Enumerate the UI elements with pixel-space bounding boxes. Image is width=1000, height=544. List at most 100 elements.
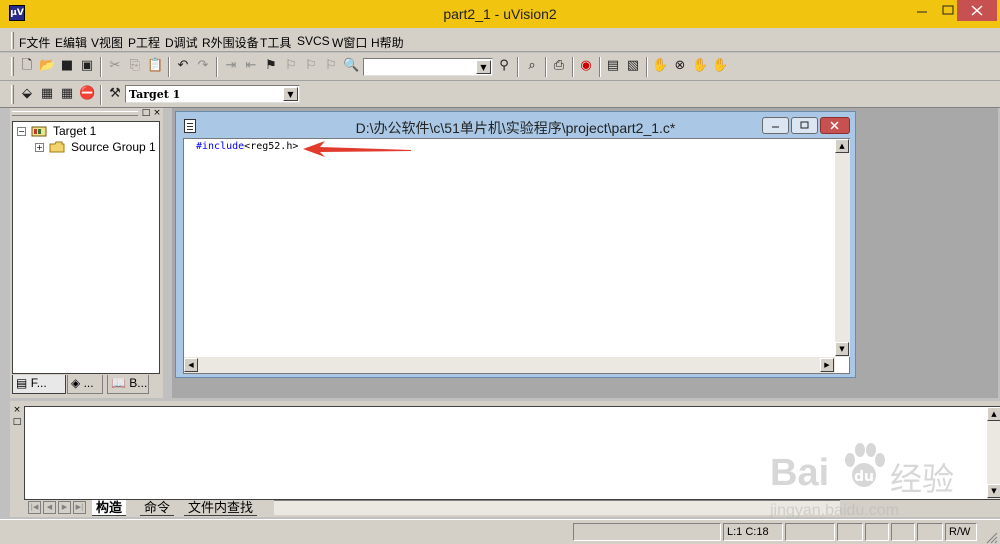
save-icon[interactable]: ■ (59, 58, 75, 74)
disable-breakpoint-icon[interactable]: ✋ (712, 58, 728, 74)
undo-icon[interactable]: ↶ (175, 58, 191, 74)
editor-hscrollbar[interactable]: ◀ ▶ (184, 357, 835, 373)
build-icon[interactable]: ▦ (39, 86, 55, 102)
window-icon[interactable]: ▤ (605, 58, 621, 74)
close-button[interactable] (957, 0, 997, 21)
tab-regs[interactable]: ◈ ... (67, 375, 103, 394)
menu-edit[interactable]: E编辑 (55, 34, 87, 51)
scroll-right-icon[interactable]: ▶ (820, 358, 834, 372)
menu-peripherals[interactable]: R外围设备 (202, 34, 259, 51)
toolbar-grip[interactable] (11, 85, 14, 104)
output-hscrollbar[interactable] (274, 500, 840, 515)
maximize-button[interactable] (938, 0, 958, 22)
pane-close-icon[interactable]: × (12, 406, 22, 416)
pane-restore-icon[interactable]: □ (12, 418, 22, 428)
toolbar-separator (599, 57, 601, 77)
code-line[interactable]: #include<reg52.h> (196, 141, 298, 152)
folder-icon (49, 141, 65, 153)
editor-minimize-button[interactable] (762, 117, 789, 134)
chevron-down-icon[interactable]: ▼ (283, 87, 298, 101)
editor-vscrollbar[interactable]: ▲ ▼ (835, 139, 850, 357)
target-options-icon[interactable]: ⚒ (107, 86, 123, 102)
toolbar-separator (100, 57, 102, 77)
tab-label: ... (83, 376, 94, 390)
editor-maximize-button[interactable] (791, 117, 818, 134)
copy-icon[interactable]: ⎘ (127, 58, 143, 74)
bookmark-toggle-icon[interactable]: ⚑ (263, 58, 279, 74)
bookmark-prev-icon[interactable]: ⚐ (303, 58, 319, 74)
cut-icon[interactable]: ✂ (107, 58, 123, 74)
unindent-icon[interactable]: ⇤ (243, 58, 259, 74)
tab-books[interactable]: 📖 B... (107, 375, 149, 394)
menu-tools[interactable]: T工具 (260, 34, 291, 51)
breakpoint-icon[interactable]: ✋ (652, 58, 668, 74)
toolbar-grip[interactable] (11, 57, 14, 76)
minimize-icon (772, 126, 779, 128)
code-keyword: #include (196, 141, 245, 152)
tab-next-icon[interactable]: ▶ (58, 501, 71, 514)
paste-icon[interactable]: 📋 (147, 58, 163, 74)
stop-build-icon[interactable]: ⛔ (79, 86, 95, 102)
kill-breakpoint-icon[interactable]: ⊗ (672, 58, 688, 74)
indent-icon[interactable]: ⇥ (223, 58, 239, 74)
toolbar-separator (517, 57, 519, 77)
tree-expand-icon[interactable]: + (35, 143, 44, 152)
tab-prev-icon[interactable]: ◀ (43, 501, 56, 514)
rebuild-icon[interactable]: ▦ (59, 86, 75, 102)
search-icon[interactable]: ⚲ (496, 58, 512, 74)
menu-file[interactable]: F文件 (19, 34, 50, 51)
tab-first-icon[interactable]: |◀ (28, 501, 41, 514)
menubar-grip[interactable] (11, 32, 14, 49)
chevron-down-icon[interactable]: ▼ (476, 60, 491, 74)
pane-restore-icon[interactable]: □ (141, 109, 151, 119)
new-file-icon[interactable]: 🗋 (19, 58, 35, 74)
bookmark-next-icon[interactable]: ⚐ (283, 58, 299, 74)
open-file-icon[interactable]: 📂 (39, 58, 55, 74)
pane-header[interactable]: □ × (10, 108, 163, 120)
editor-close-button[interactable] (820, 117, 850, 134)
browse-icon[interactable]: ▧ (625, 58, 641, 74)
tab-files[interactable]: ▤ F... (12, 375, 66, 394)
menu-bar: F文件 E编辑 V视图 P工程 D调试 R外围设备 T工具 SVCS W窗口 H… (0, 28, 1000, 52)
tab-build[interactable]: 构造 (92, 500, 127, 516)
output-pane-header[interactable]: × □ (10, 401, 24, 517)
editor-window: D:\办公软件\c\51单片机\实验程序\project\part2_1.c* … (175, 111, 856, 378)
find-icon[interactable]: ⌕ (524, 58, 540, 74)
menu-window[interactable]: W窗口 (332, 34, 367, 51)
scroll-up-icon[interactable]: ▲ (987, 407, 1000, 421)
svg-text:du: du (854, 469, 874, 485)
tab-find-in-files[interactable]: 文件内查找 (184, 500, 258, 516)
translate-icon[interactable]: ⬙ (19, 86, 35, 102)
menu-project[interactable]: P工程 (128, 34, 160, 51)
bookmark-clear-icon[interactable]: ⚐ (323, 58, 339, 74)
scroll-up-icon[interactable]: ▲ (835, 139, 849, 153)
menu-help[interactable]: H帮助 (371, 34, 404, 51)
tab-command[interactable]: 命令 (140, 500, 175, 516)
toolbar-separator (216, 57, 218, 77)
watermark-url: jingyan.baidu.com (770, 502, 899, 519)
toolbar-separator (545, 57, 547, 77)
menu-view[interactable]: V视图 (91, 34, 123, 51)
print-icon[interactable]: ⎙ (551, 58, 567, 74)
scroll-left-icon[interactable]: ◀ (184, 358, 198, 372)
code-editor[interactable]: #include<reg52.h> ▲ ▼ ◀ ▶ (183, 138, 850, 374)
paw-logo-icon: du (845, 443, 885, 487)
tab-last-icon[interactable]: ▶| (73, 501, 86, 514)
redo-icon[interactable]: ↷ (195, 58, 211, 74)
find-combo[interactable]: ▼ (363, 58, 493, 76)
target-select[interactable]: Target 1 ▼ (125, 85, 300, 103)
toolbar-separator (168, 57, 170, 77)
pane-close-icon[interactable]: × (152, 109, 162, 119)
debug-icon[interactable]: ◉ (578, 58, 594, 74)
find-in-files-icon[interactable]: 🔍 (343, 58, 359, 74)
menu-debug[interactable]: D调试 (165, 34, 198, 51)
tree-collapse-icon[interactable]: − (17, 127, 26, 136)
menu-svcs[interactable]: SVCS (297, 34, 330, 48)
save-all-icon[interactable]: ▣ (79, 58, 95, 74)
baidu-watermark: Bai du 经验 jingyan.baidu.com (770, 440, 995, 535)
minimize-button[interactable] (907, 0, 937, 22)
window-titlebar: μV part2_1 - uVision2 (0, 0, 1000, 28)
scroll-down-icon[interactable]: ▼ (835, 342, 849, 356)
enable-breakpoint-icon[interactable]: ✋ (692, 58, 708, 74)
minimize-icon (917, 11, 927, 13)
